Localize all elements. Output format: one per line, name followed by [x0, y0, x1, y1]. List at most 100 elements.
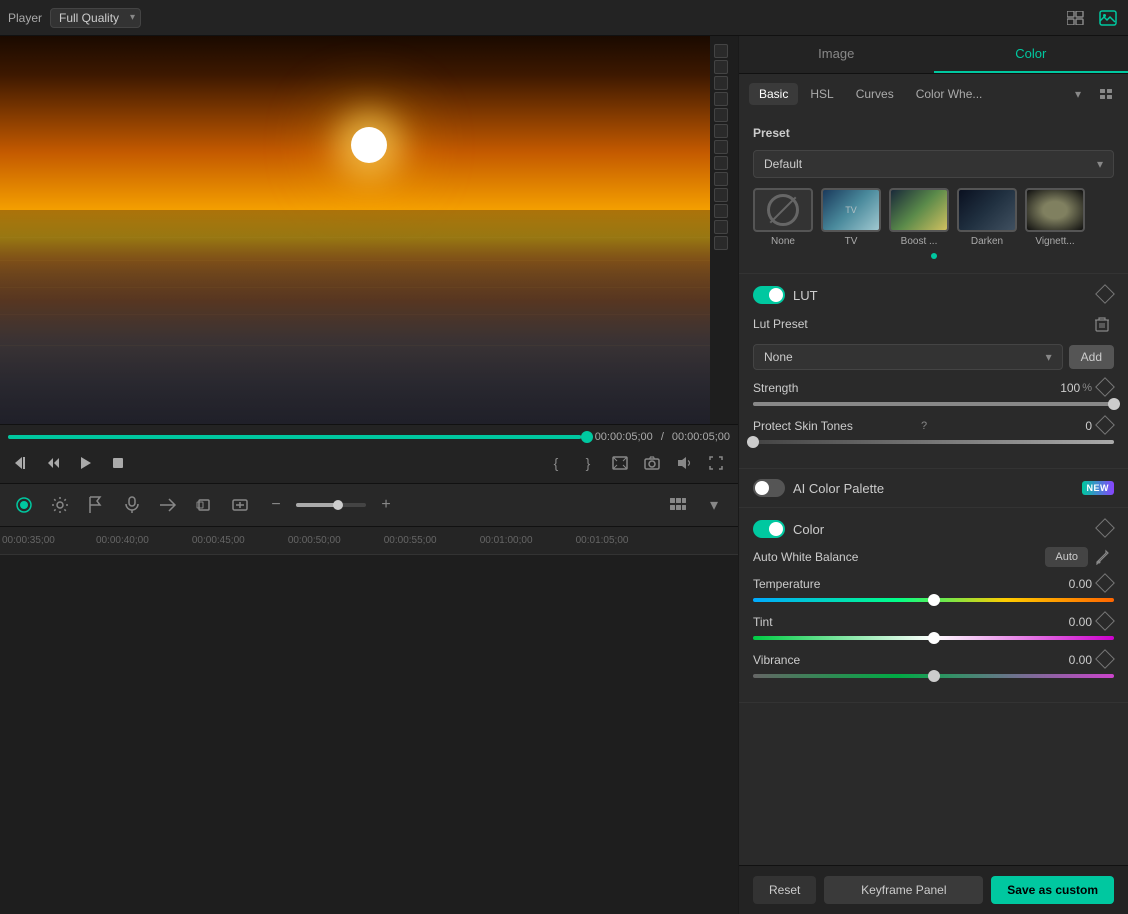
ai-color-label: AI Color Palette	[793, 481, 1074, 496]
auto-wb-button[interactable]: Auto	[1045, 547, 1088, 567]
tint-slider[interactable]	[753, 636, 1114, 640]
main-layout: 00:00:05;00 / 00:00:05;00	[0, 36, 1128, 914]
strength-slider[interactable]	[753, 402, 1114, 406]
side-marker	[714, 156, 728, 170]
grid-icon[interactable]	[1064, 6, 1088, 30]
sub-tab-basic[interactable]: Basic	[749, 83, 798, 105]
side-markers	[710, 36, 738, 424]
minus-button[interactable]: −	[260, 489, 292, 521]
ruler-label: 00:00:50;00	[288, 535, 341, 546]
camera-button[interactable]	[638, 449, 666, 477]
flag-button[interactable]	[80, 489, 112, 521]
quality-select[interactable]: Full Quality 1/2 Quality 1/4 Quality	[50, 8, 141, 28]
color-diamond-button[interactable]	[1098, 521, 1114, 537]
mark-in-button[interactable]: {	[542, 449, 570, 477]
panel-tabs: Image Color	[739, 36, 1128, 74]
eyedrop-icon[interactable]	[1092, 546, 1114, 568]
side-marker	[714, 108, 728, 122]
skip-back-button[interactable]	[8, 449, 36, 477]
arrow-button[interactable]	[152, 489, 184, 521]
preset-item-none[interactable]: None	[753, 188, 813, 247]
none-icon	[767, 194, 799, 226]
trash-icon[interactable]	[1090, 312, 1114, 336]
tint-diamond-button[interactable]	[1098, 614, 1114, 630]
preset-dropdown-button[interactable]: Default ▾	[753, 150, 1114, 178]
lut-label: LUT	[793, 288, 1090, 303]
media-button[interactable]	[224, 489, 256, 521]
mark-out-button[interactable]: }	[574, 449, 602, 477]
mic-button[interactable]	[116, 489, 148, 521]
strength-diamond-button[interactable]	[1098, 380, 1114, 396]
tint-diamond-icon	[1095, 611, 1115, 631]
ruler-labels: 00:00:35;00 00:00:40;00 00:00:45;00 00:0…	[0, 527, 738, 550]
fit-screen-button[interactable]	[606, 449, 634, 477]
play-button[interactable]	[72, 449, 100, 477]
preset-item-boost[interactable]: Boost ...	[889, 188, 949, 247]
lut-diamond-button[interactable]	[1098, 287, 1114, 303]
color-diamond-icon	[1095, 518, 1115, 538]
ai-color-toggle[interactable]	[753, 479, 785, 497]
vibrance-diamond-icon	[1095, 649, 1115, 669]
player-label: Player	[8, 11, 42, 25]
color-toggle[interactable]	[753, 520, 785, 538]
preset-label-none: None	[771, 236, 795, 247]
preset-thumbs: None TV TV Boost ..	[753, 188, 1114, 251]
more-button[interactable]: ▾	[698, 489, 730, 521]
sub-tab-colorwheel[interactable]: Color Whe...	[906, 83, 993, 105]
preset-dropdown-wrap: Default ▾	[753, 150, 1114, 178]
ai-color-badge: NEW	[1082, 481, 1115, 495]
side-marker	[714, 44, 728, 58]
frame-back-button[interactable]	[40, 449, 68, 477]
protect-value: 0	[927, 419, 1092, 433]
protect-slider[interactable]	[753, 440, 1114, 444]
toolbar: − + ▾	[0, 483, 738, 527]
reset-button[interactable]: Reset	[753, 876, 816, 904]
tint-slider-row: Tint 0.00	[753, 614, 1114, 640]
time-separator: /	[661, 431, 664, 443]
preset-title: Preset	[753, 126, 1114, 140]
ruler-label: 00:00:55;00	[384, 535, 437, 546]
tint-label-row: Tint 0.00	[753, 614, 1114, 630]
preset-thumb-none	[753, 188, 813, 232]
lut-preset-row: Lut Preset	[753, 312, 1114, 336]
vibrance-diamond-button[interactable]	[1098, 652, 1114, 668]
keyframe-button[interactable]: Keyframe Panel	[824, 876, 983, 904]
sub-tab-hsl[interactable]: HSL	[800, 83, 843, 105]
sub-tab-layout[interactable]	[1094, 82, 1118, 106]
vibrance-slider[interactable]	[753, 674, 1114, 678]
awb-label: Auto White Balance	[753, 550, 1045, 564]
side-marker	[714, 92, 728, 106]
stop-button[interactable]	[104, 449, 132, 477]
strength-label-row: Strength 100 %	[753, 380, 1114, 396]
preset-item-vignette[interactable]: Vignett...	[1025, 188, 1085, 247]
tab-image[interactable]: Image	[739, 36, 934, 73]
strength-unit: %	[1082, 382, 1092, 394]
audio-button[interactable]	[670, 449, 698, 477]
save-button[interactable]: Save as custom	[991, 876, 1114, 904]
lut-section: LUT Lut Preset	[739, 274, 1128, 469]
fullscreen-button[interactable]	[702, 449, 730, 477]
temperature-slider[interactable]	[753, 598, 1114, 602]
protect-diamond-button[interactable]	[1098, 418, 1114, 434]
lut-toggle[interactable]	[753, 286, 785, 304]
preset-item-tv[interactable]: TV TV	[821, 188, 881, 247]
crop-button[interactable]	[188, 489, 220, 521]
record-button[interactable]	[8, 489, 40, 521]
left-panel: 00:00:05;00 / 00:00:05;00	[0, 36, 738, 914]
lut-add-button[interactable]: Add	[1069, 345, 1114, 369]
protect-label: Protect Skin Tones	[753, 419, 918, 433]
preset-item-darken[interactable]: Darken	[957, 188, 1017, 247]
tab-color[interactable]: Color	[934, 36, 1128, 73]
image-icon[interactable]	[1096, 6, 1120, 30]
settings-button[interactable]	[44, 489, 76, 521]
scroll-indicator	[753, 251, 1114, 261]
strength-diamond-icon	[1095, 377, 1115, 397]
temp-diamond-button[interactable]	[1098, 576, 1114, 592]
plus-button[interactable]: +	[370, 489, 402, 521]
progress-track[interactable]	[8, 435, 587, 439]
layout-button[interactable]	[662, 489, 694, 521]
sub-tab-expand[interactable]: ▾	[1066, 82, 1090, 106]
volume-slider[interactable]	[296, 503, 366, 507]
sub-tab-curves[interactable]: Curves	[846, 83, 904, 105]
tint-label: Tint	[753, 615, 1052, 629]
